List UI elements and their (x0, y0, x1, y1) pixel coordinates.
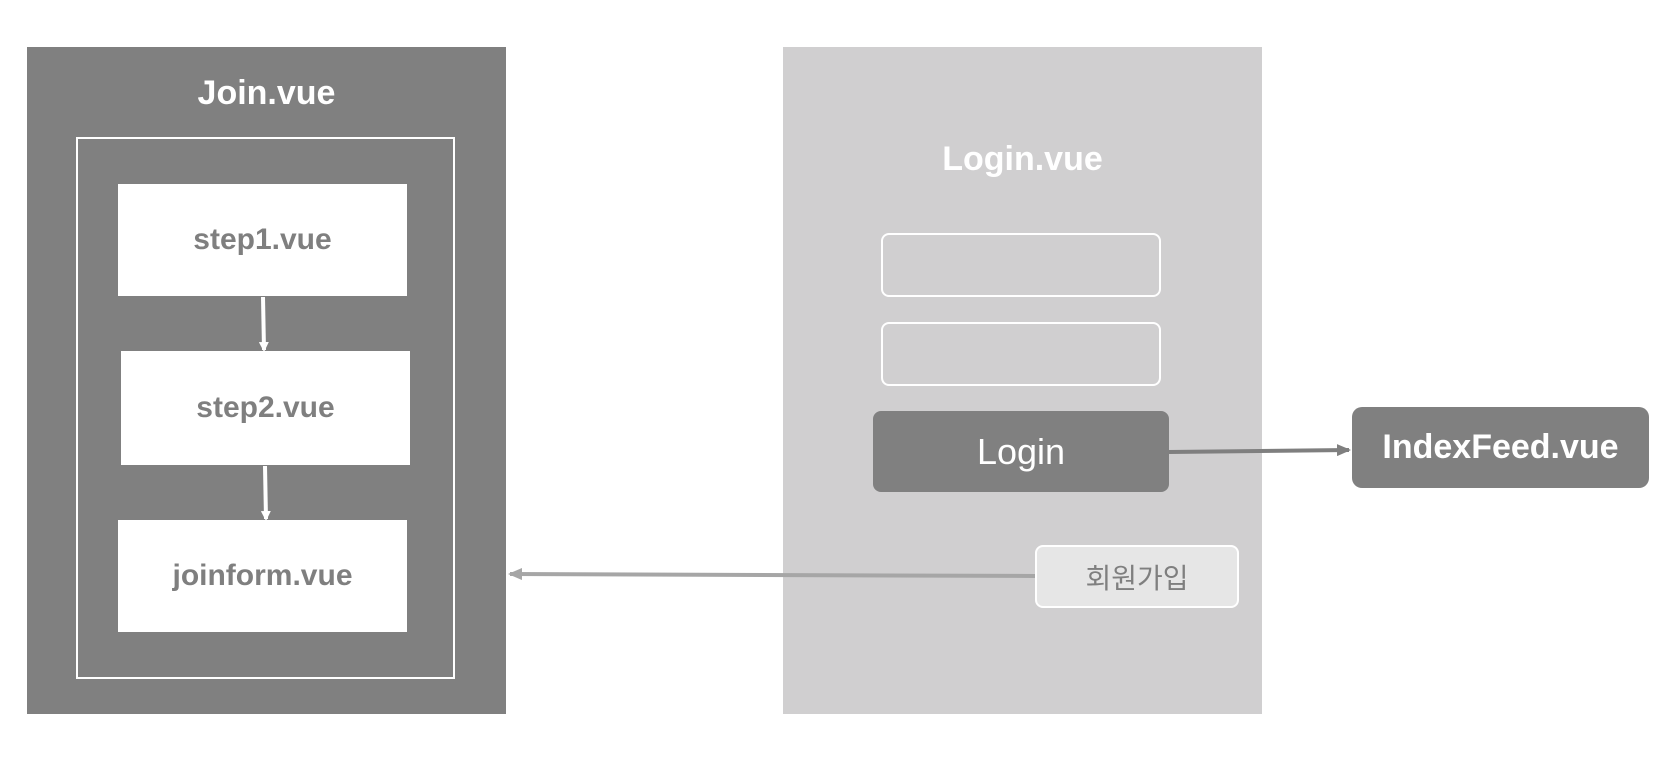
joinform-box: joinform.vue (118, 520, 407, 632)
step1-box: step1.vue (118, 184, 407, 296)
signup-button[interactable]: 회원가입 (1035, 545, 1239, 608)
login-button[interactable]: Login (873, 411, 1169, 492)
login-title: Login.vue (942, 140, 1103, 178)
login-password-field[interactable] (881, 322, 1161, 386)
join-title: Join.vue (197, 74, 336, 112)
login-id-field[interactable] (881, 233, 1161, 297)
indexfeed-box: IndexFeed.vue (1352, 407, 1649, 488)
step2-box: step2.vue (121, 351, 410, 465)
